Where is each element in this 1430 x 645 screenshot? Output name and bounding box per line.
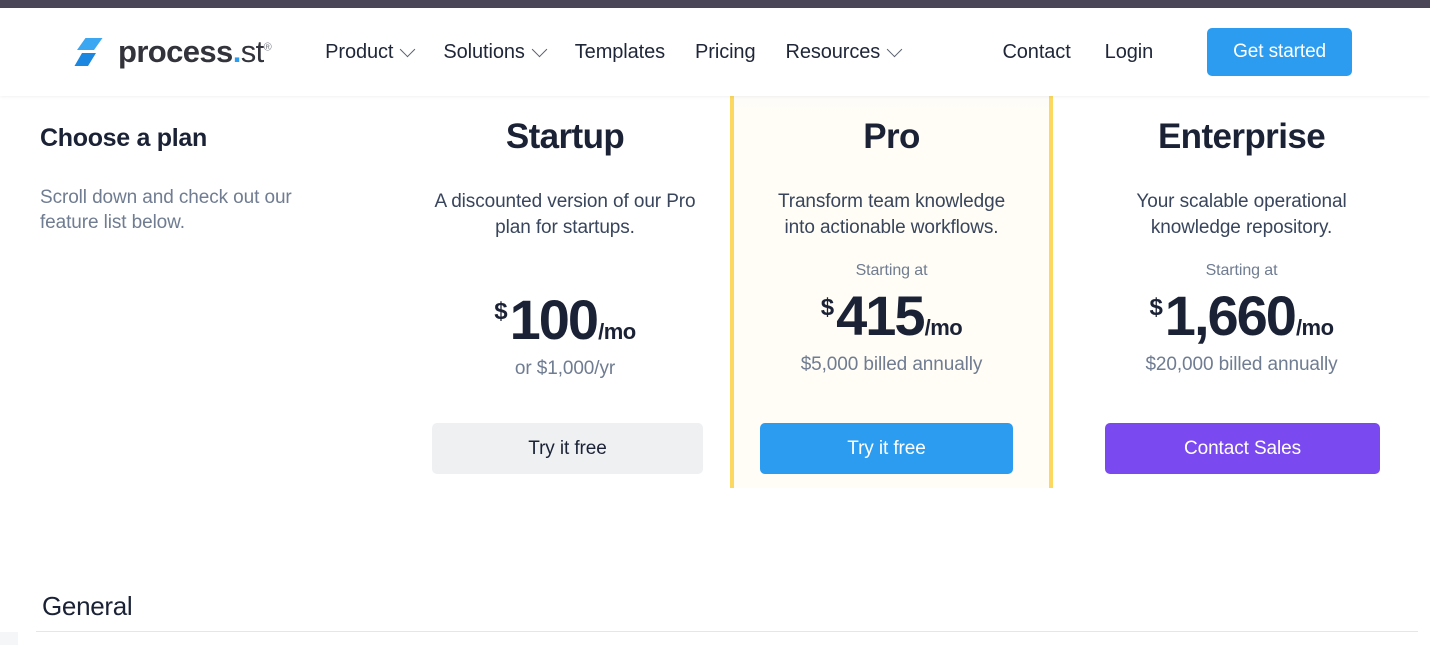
page-bottom-gutter xyxy=(0,632,18,645)
logo-word-dot: . xyxy=(232,34,242,69)
price-amount: 100 xyxy=(509,288,599,351)
plan-price-startup: $ 100 /mo xyxy=(400,292,730,348)
plan-name-startup: Startup xyxy=(505,117,625,156)
chevron-down-icon xyxy=(400,41,416,57)
plan-price-note-startup: or $1,000/yr xyxy=(514,358,616,379)
plan-price-pro: $ 415 /mo xyxy=(730,288,1053,344)
plan-price-block-pro: Starting at $ 415 /mo $5,000 billed annu… xyxy=(730,262,1053,376)
plan-price-enterprise: $ 1,660 /mo xyxy=(1053,288,1430,344)
features-divider xyxy=(36,631,1418,632)
nav-item-pricing[interactable]: Pricing xyxy=(695,40,756,64)
nav-label-templates: Templates xyxy=(574,40,666,63)
price-currency: $ xyxy=(494,298,508,325)
nav-item-solutions[interactable]: Solutions xyxy=(443,40,548,64)
plan-price-block-enterprise: Starting at $ 1,660 /mo $20,000 billed a… xyxy=(1053,262,1430,376)
price-period: /mo xyxy=(598,319,636,344)
features-section: General xyxy=(0,488,1430,645)
login-link[interactable]: Login xyxy=(1105,41,1154,64)
price-amount: 415 xyxy=(836,284,925,347)
price-currency: $ xyxy=(820,294,835,321)
site-logo[interactable]: process.st® xyxy=(74,34,272,70)
browser-chrome-bar xyxy=(0,0,1430,8)
page-subtitle: Scroll down and check out our feature li… xyxy=(40,187,292,234)
logo-word-st: st xyxy=(240,34,265,69)
main-navigation: Product Solutions Templates Pricing Reso… xyxy=(325,40,903,64)
price-period: /mo xyxy=(924,315,963,340)
plan-cta-pro[interactable]: Try it free xyxy=(760,423,1013,474)
plan-cta-wrap-enterprise: Contact Sales xyxy=(1105,423,1380,474)
plan-price-note-enterprise: $20,000 billed annually xyxy=(1145,354,1338,375)
site-header: process.st® Product Solutions Templates … xyxy=(0,8,1430,96)
nav-label-product: Product xyxy=(325,40,394,63)
nav-label-resources: Resources xyxy=(785,40,881,63)
plan-cta-wrap-pro: Try it free xyxy=(760,423,1013,474)
logo-wordmark: process.st® xyxy=(118,34,272,70)
nav-label-solutions: Solutions xyxy=(443,40,525,63)
plan-name-enterprise: Enterprise xyxy=(1157,117,1326,156)
price-period: /mo xyxy=(1295,315,1334,340)
nav-label-pricing: Pricing xyxy=(695,40,756,63)
plan-starting-at-pro: Starting at xyxy=(855,262,928,279)
nav-item-product[interactable]: Product xyxy=(325,40,416,64)
logo-registered-mark: ® xyxy=(263,41,272,54)
chevron-down-icon xyxy=(531,41,548,57)
plan-description-startup: A discounted version of our Pro plan for… xyxy=(434,191,696,238)
chevron-down-icon xyxy=(886,41,903,57)
process-st-logo-icon xyxy=(74,37,108,67)
plan-cta-enterprise[interactable]: Contact Sales xyxy=(1105,423,1380,474)
price-currency: $ xyxy=(1149,294,1163,321)
logo-word-process: process xyxy=(118,34,233,69)
pricing-page: process.st® Product Solutions Templates … xyxy=(0,0,1430,645)
plan-price-note-pro: $5,000 billed annually xyxy=(800,354,983,375)
plan-cta-wrap-startup: Try it free xyxy=(432,423,703,474)
price-amount: 1,660 xyxy=(1164,284,1297,347)
plan-description-pro: Transform team knowledge into actionable… xyxy=(777,191,1006,238)
plan-description-enterprise: Your scalable operational knowledge repo… xyxy=(1136,191,1347,238)
features-section-title: General xyxy=(42,591,133,621)
plan-price-block-startup: $ 100 /mo or $1,000/yr xyxy=(400,292,730,380)
get-started-button[interactable]: Get started xyxy=(1207,28,1352,76)
features-inner: General xyxy=(18,488,1430,645)
page-title: Choose a plan xyxy=(40,124,207,152)
nav-item-resources[interactable]: Resources xyxy=(785,40,903,64)
plan-starting-at-enterprise: Starting at xyxy=(1205,262,1278,279)
plan-cta-startup[interactable]: Try it free xyxy=(432,423,703,474)
contact-link[interactable]: Contact xyxy=(1002,41,1070,64)
plan-name-pro: Pro xyxy=(863,117,920,156)
header-actions: Contact Login Get started xyxy=(1002,28,1352,76)
nav-item-templates[interactable]: Templates xyxy=(575,41,665,64)
